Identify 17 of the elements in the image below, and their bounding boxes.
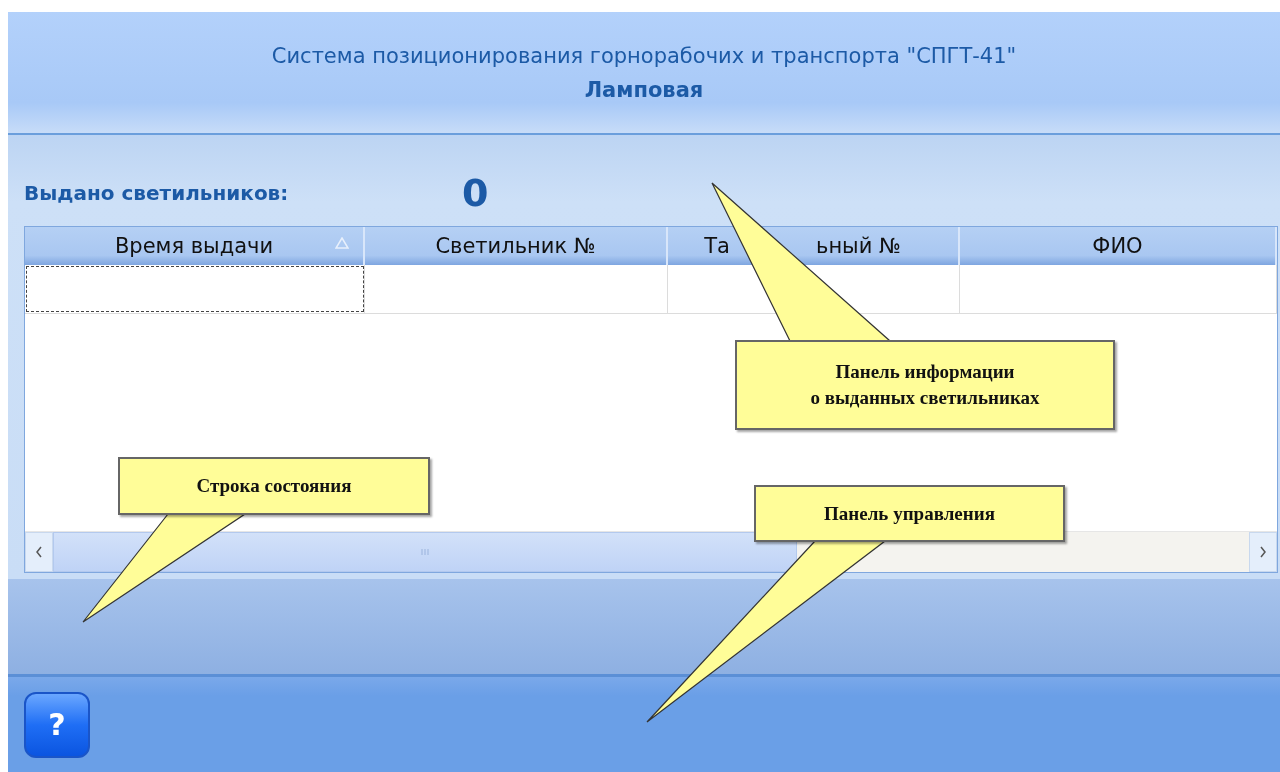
scroll-right-icon[interactable] xyxy=(1249,532,1277,572)
column-header[interactable]: ФИО xyxy=(960,227,1277,265)
column-header[interactable]: Время выдачи xyxy=(25,227,365,265)
scroll-thumb[interactable] xyxy=(53,532,797,572)
callout: Панель управления xyxy=(754,485,1065,542)
column-header-text: Та xyxy=(703,234,730,258)
callout: Строка состояния xyxy=(118,457,430,515)
counter-value: 0 xyxy=(462,171,489,215)
column-header-text: ьный № xyxy=(816,234,901,258)
app-subtitle: Ламповая xyxy=(584,77,704,102)
column-header[interactable]: Светильник № xyxy=(365,227,668,265)
callout: Панель информации о выданных светильниках xyxy=(735,340,1115,430)
help-button[interactable]: ? xyxy=(24,691,90,758)
table-cell[interactable] xyxy=(25,265,365,313)
scroll-left-icon[interactable] xyxy=(25,532,53,572)
counter-label: Выдано светильников: xyxy=(24,181,290,205)
app-title: Система позиционирования горнорабочих и транспорта "СПГТ-41" xyxy=(271,43,1017,68)
